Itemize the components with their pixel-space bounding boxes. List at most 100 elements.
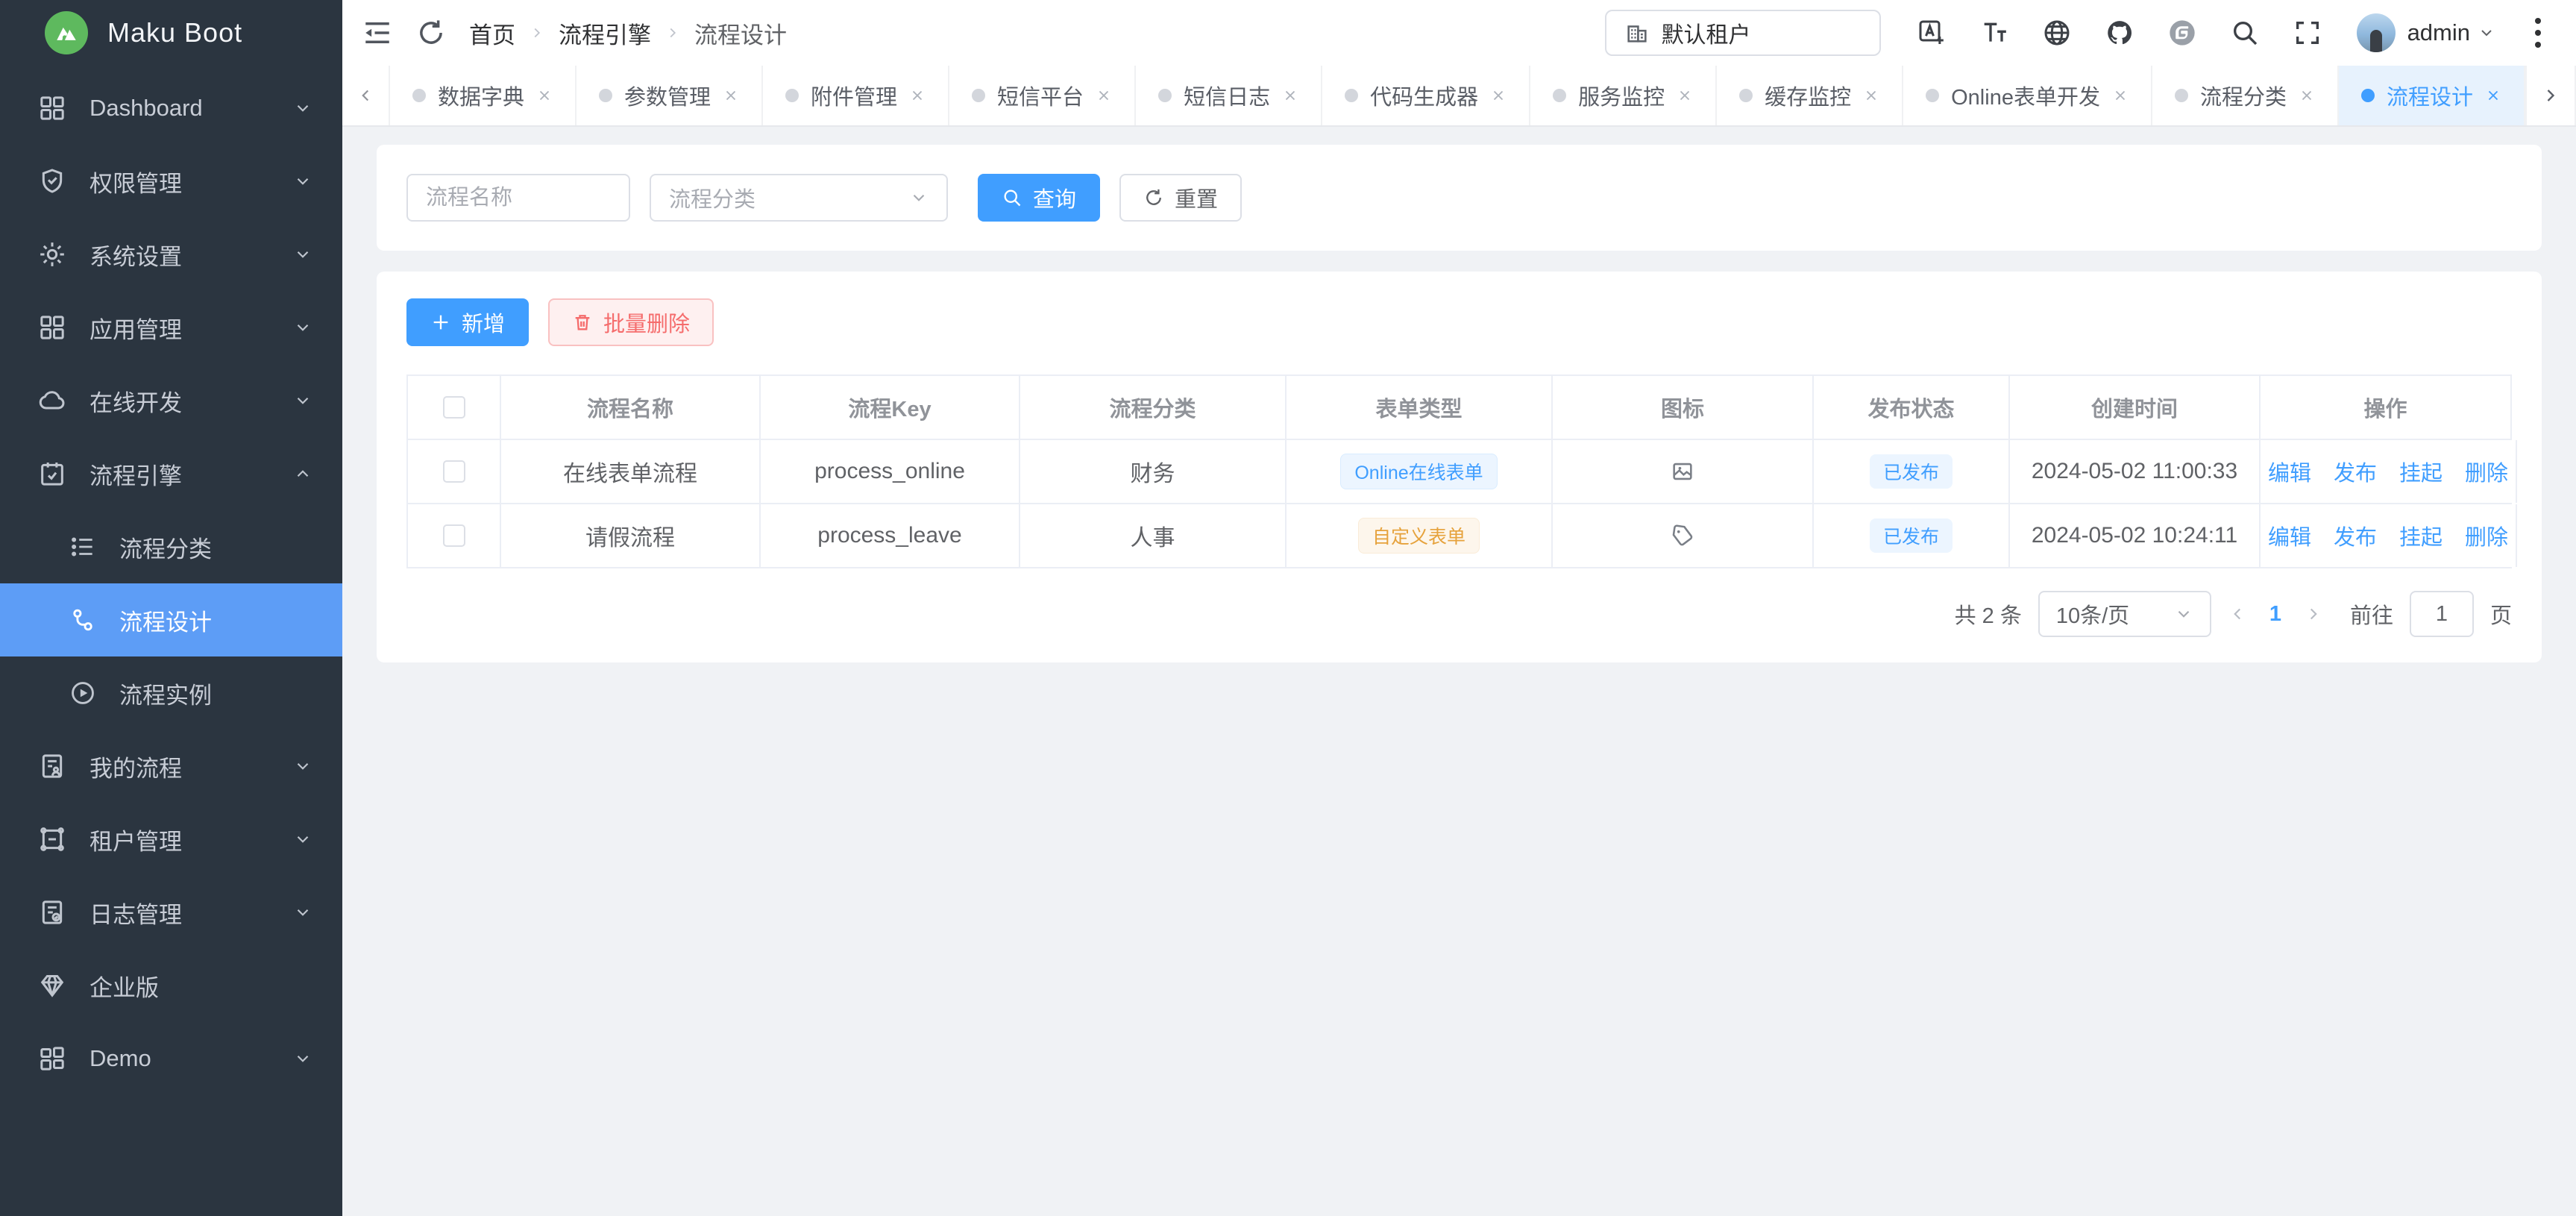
column-header: 创建时间 (2010, 376, 2261, 439)
row-checkbox-cell (406, 440, 501, 503)
tenant-name: 默认租户 (1662, 16, 1751, 49)
close-icon[interactable] (536, 87, 553, 104)
suspend-link[interactable]: 挂起 (2399, 456, 2443, 487)
close-icon[interactable] (909, 87, 926, 104)
goto-page-input[interactable] (2410, 591, 2474, 637)
sidebar-item-permissions[interactable]: 权限管理 (0, 145, 342, 218)
sidebar-item-dashboard[interactable]: Dashboard (0, 72, 342, 145)
tab-parameter-management[interactable]: 参数管理 (577, 66, 763, 125)
font-size-icon[interactable] (1979, 18, 2009, 48)
app-logo[interactable]: Maku Boot (0, 0, 342, 66)
fullscreen-icon[interactable] (2293, 18, 2322, 48)
tab-attachment-management[interactable]: 附件管理 (763, 66, 949, 125)
tab-sms-log[interactable]: 短信日志 (1136, 66, 1322, 125)
close-icon[interactable] (1096, 87, 1112, 104)
close-icon[interactable] (2299, 87, 2315, 104)
avatar[interactable] (2357, 13, 2396, 52)
search-icon[interactable] (2230, 18, 2260, 48)
tab-dot (412, 89, 426, 102)
flow-name-input[interactable] (406, 174, 630, 222)
sidebar-item-log-management[interactable]: 日志管理 (0, 876, 342, 949)
sidebar-item-online-dev[interactable]: 在线开发 (0, 364, 342, 437)
tab-data-dictionary[interactable]: 数据字典 (390, 66, 577, 125)
row-checkbox[interactable] (443, 460, 465, 483)
page-size-select[interactable]: 10条/页 (2038, 591, 2211, 637)
next-page-icon[interactable] (2304, 604, 2323, 624)
tab-online-form-dev[interactable]: Online表单开发 (1903, 66, 2152, 125)
delete-link[interactable]: 删除 (2465, 456, 2508, 487)
edit-link[interactable]: 编辑 (2268, 456, 2311, 487)
breadcrumb-home[interactable]: 首页 (469, 16, 515, 50)
sidebar-item-label: 在线开发 (89, 384, 271, 418)
top-header: 首页 流程引擎 流程设计 默认租户 admin (342, 0, 2576, 66)
tab-dot (599, 89, 612, 102)
tab-label: 附件管理 (811, 80, 897, 111)
chevron-down-icon[interactable] (2478, 24, 2495, 42)
sidebar-item-app-management[interactable]: 应用管理 (0, 291, 342, 364)
sidebar-item-label: 流程引擎 (89, 457, 271, 491)
globe-icon[interactable] (2042, 18, 2072, 48)
chevron-down-icon (293, 98, 312, 118)
query-button[interactable]: 查询 (978, 174, 1100, 222)
frame-icon (37, 824, 67, 854)
tab-dot (2175, 89, 2188, 102)
close-icon[interactable] (2112, 87, 2129, 104)
refresh-icon[interactable] (415, 17, 447, 48)
main-area: 首页 流程引擎 流程设计 默认租户 admin 数据字典 参数管理 附件管理 短… (342, 0, 2576, 1216)
reset-button[interactable]: 重置 (1119, 174, 1242, 222)
sidebar-item-system-settings[interactable]: 系统设置 (0, 218, 342, 291)
breadcrumb-flow-engine[interactable]: 流程引擎 (559, 16, 651, 50)
more-menu-icon[interactable] (2525, 18, 2551, 48)
sidebar-item-flow-category[interactable]: 流程分类 (0, 510, 342, 583)
tab-flow-category[interactable]: 流程分类 (2152, 66, 2339, 125)
sidebar-item-flow-design[interactable]: 流程设计 (0, 583, 342, 656)
total-count: 共 2 条 (1955, 598, 2022, 630)
sidebar-item-my-flows[interactable]: 我的流程 (0, 730, 342, 803)
tab-cache-monitor[interactable]: 缓存监控 (1717, 66, 1903, 125)
tenant-select[interactable]: 默认租户 (1605, 10, 1881, 56)
gitee-icon[interactable] (2167, 18, 2197, 48)
close-icon[interactable] (1863, 87, 1879, 104)
tab-code-generator[interactable]: 代码生成器 (1322, 66, 1530, 125)
edit-link[interactable]: 编辑 (2268, 520, 2311, 551)
translate-icon[interactable] (1917, 18, 1947, 48)
tab-label: 短信日志 (1184, 80, 1270, 111)
select-all-checkbox[interactable] (443, 396, 465, 419)
delete-link[interactable]: 删除 (2465, 520, 2508, 551)
user-name[interactable]: admin (2407, 19, 2470, 46)
sidebar-item-flow-instance[interactable]: 流程实例 (0, 656, 342, 730)
tabs-scroll-right[interactable] (2525, 66, 2575, 125)
sidebar-item-tenant-management[interactable]: 租户管理 (0, 803, 342, 876)
tab-label: 服务监控 (1578, 80, 1665, 111)
close-icon[interactable] (723, 87, 739, 104)
query-button-label: 查询 (1033, 182, 1076, 213)
add-button[interactable]: 新增 (406, 298, 529, 346)
pagination: 共 2 条 10条/页 1 前往 页 (406, 591, 2512, 637)
calendar-check-icon (37, 459, 67, 489)
tabs-scroll-left[interactable] (342, 66, 390, 125)
sidebar-item-demo[interactable]: Demo (0, 1022, 342, 1095)
close-icon[interactable] (2485, 87, 2501, 104)
chevron-right-icon (2540, 85, 2561, 106)
created-cell: 2024-05-02 10:24:11 (2010, 504, 2261, 567)
flow-key-cell: process_online (761, 440, 1020, 503)
close-icon[interactable] (1490, 87, 1507, 104)
image-icon (1670, 459, 1695, 484)
close-icon[interactable] (1677, 87, 1693, 104)
row-checkbox[interactable] (443, 524, 465, 547)
publish-link[interactable]: 发布 (2334, 456, 2377, 487)
prev-page-icon[interactable] (2228, 604, 2247, 624)
tab-service-monitor[interactable]: 服务监控 (1530, 66, 1717, 125)
flow-category-select[interactable]: 流程分类 (650, 174, 948, 222)
sidebar-item-enterprise[interactable]: 企业版 (0, 949, 342, 1022)
tab-flow-design[interactable]: 流程设计 (2339, 66, 2525, 125)
suspend-link[interactable]: 挂起 (2399, 520, 2443, 551)
publish-link[interactable]: 发布 (2334, 520, 2377, 551)
page-number[interactable]: 1 (2264, 602, 2287, 627)
close-icon[interactable] (1282, 87, 1298, 104)
batch-delete-button[interactable]: 批量删除 (548, 298, 714, 346)
github-icon[interactable] (2105, 18, 2134, 48)
sidebar-item-flow-engine[interactable]: 流程引擎 (0, 437, 342, 510)
tab-sms-platform[interactable]: 短信平台 (949, 66, 1136, 125)
collapse-sidebar-icon[interactable] (362, 17, 393, 48)
